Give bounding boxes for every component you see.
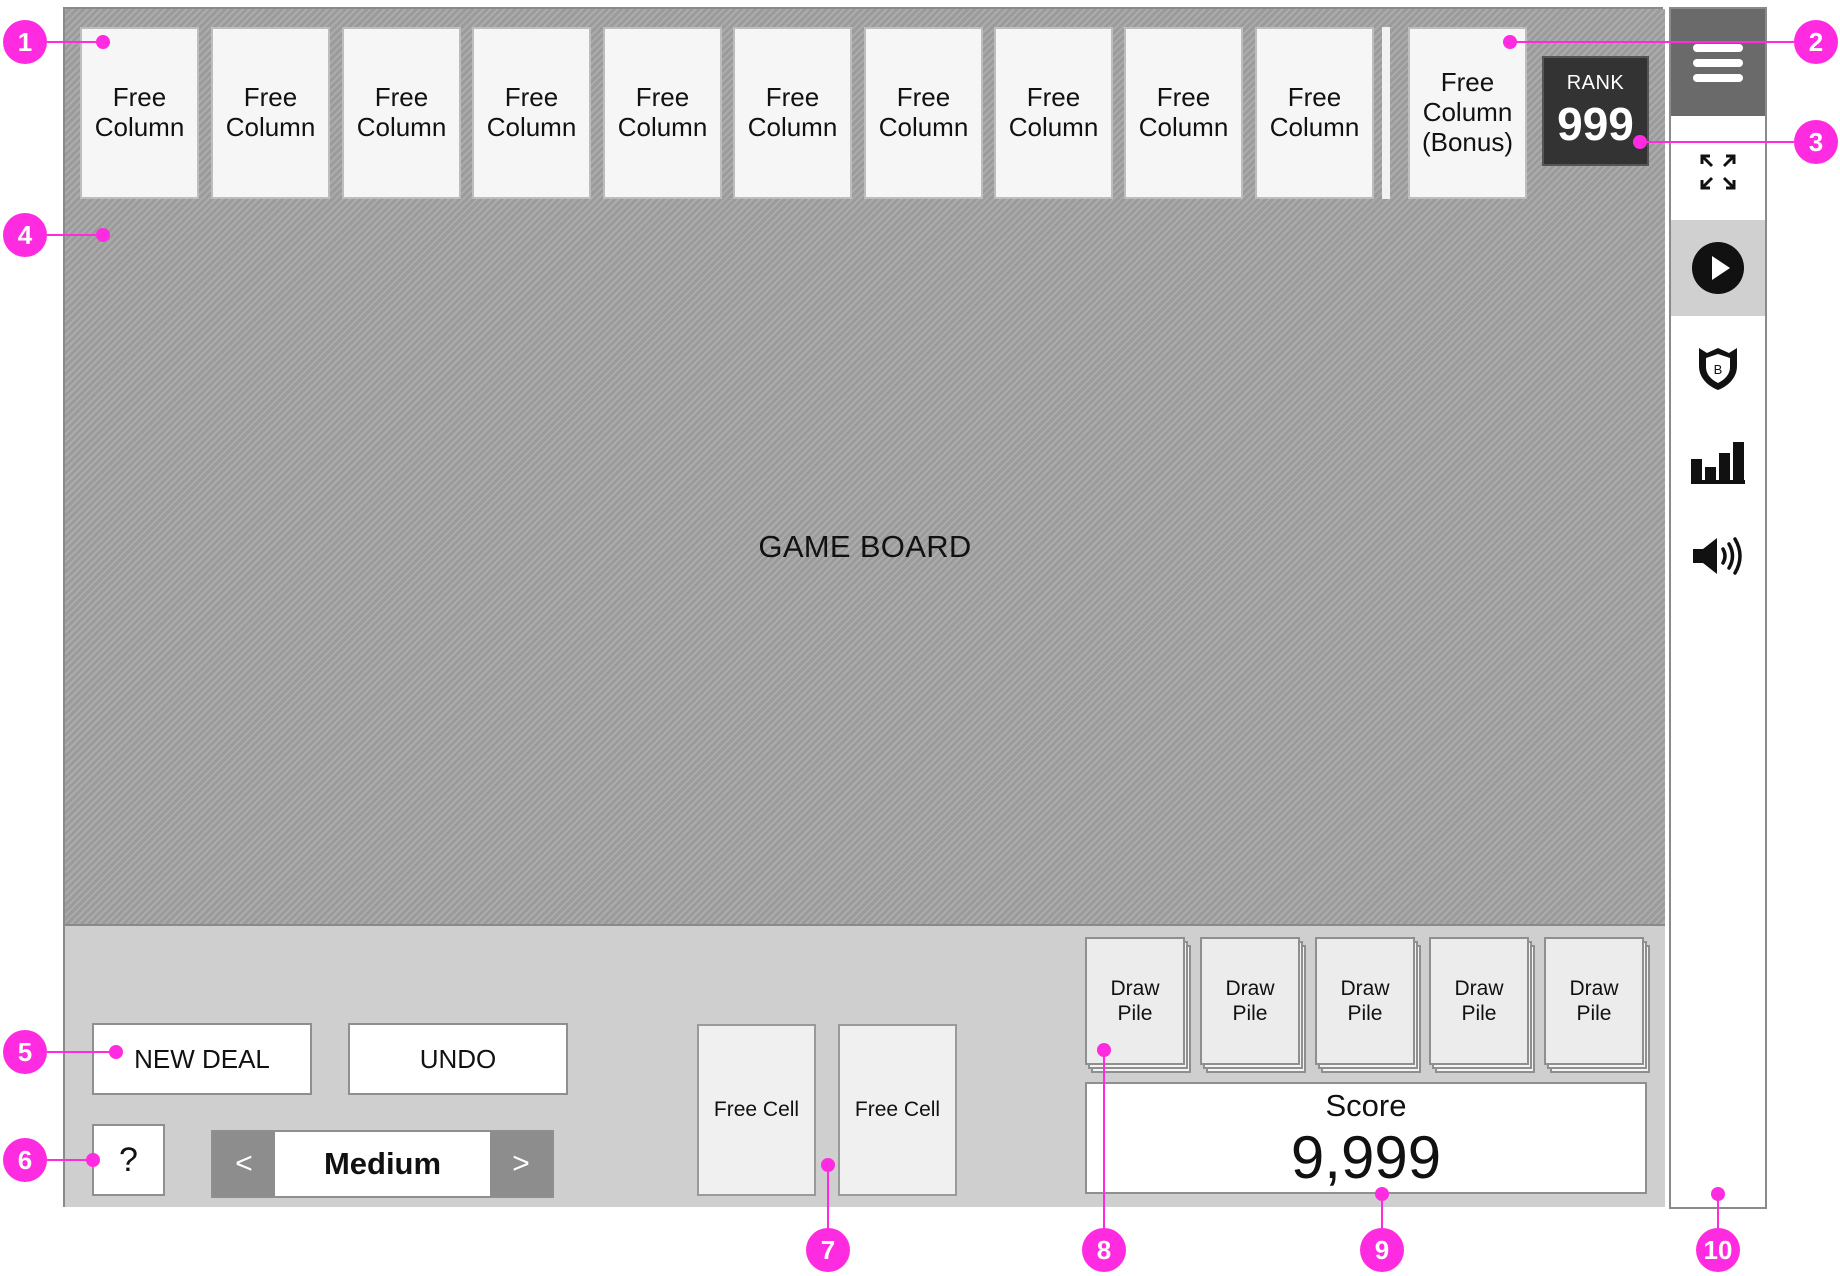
annotation-leader [1510,41,1794,43]
play-icon [1692,242,1744,294]
free-column[interactable]: Free Column [211,27,330,199]
annotation-leader [47,234,103,236]
annotation-marker: 9 [1360,1228,1404,1272]
free-column-label: Free Column [486,82,577,142]
menu-button[interactable] [1671,9,1765,116]
rank-badge: RANK 999 [1542,56,1649,166]
draw-pile-label: Draw Pile [1200,937,1300,1065]
annotation-marker: 5 [3,1030,47,1074]
svg-text:B: B [1714,362,1723,377]
free-column[interactable]: Free Column [1255,27,1374,199]
annotation-dot [96,35,110,49]
score-value: 9,999 [1290,1124,1442,1191]
draw-pile-label: Draw Pile [1429,937,1529,1065]
play-button[interactable] [1671,220,1765,316]
new-deal-button[interactable]: NEW DEAL [92,1023,312,1095]
free-column-label: Free Column [747,82,838,142]
free-column[interactable]: Free Column [994,27,1113,199]
badge-shield-icon: B [1699,348,1737,390]
annotation-leader [1103,1050,1105,1233]
rank-label: RANK [1566,72,1625,94]
annotation-marker: 8 [1082,1228,1126,1272]
game-board[interactable]: Free Column Free Column Free Column Free… [65,9,1665,926]
annotation-marker: 2 [1794,20,1838,64]
annotation-dot [96,228,110,242]
free-column-label: Free Column [225,82,316,142]
annotation-dot [86,1153,100,1167]
annotation-marker: 10 [1696,1228,1740,1272]
annotation-leader [827,1165,829,1233]
difficulty-next-button[interactable]: > [490,1132,552,1196]
annotation-marker: 3 [1794,120,1838,164]
board-label: GAME BOARD [758,529,972,564]
rank-value: 999 [1557,98,1634,150]
free-column-label: Free Column [617,82,708,142]
badges-button[interactable]: B [1671,327,1765,409]
draw-pile[interactable]: Draw Pile [1200,937,1306,1073]
free-column[interactable]: Free Column [472,27,591,199]
draw-pile-label: Draw Pile [1544,937,1644,1065]
annotation-marker: 6 [3,1138,47,1182]
control-panel: NEW DEAL UNDO ? < Medium > Free Cell Fre… [65,926,1665,1207]
free-column[interactable]: Free Column [603,27,722,199]
free-cell[interactable]: Free Cell [838,1024,957,1196]
difficulty-value: Medium [323,1146,442,1181]
draw-pile[interactable]: Draw Pile [1544,937,1650,1073]
bonus-column-label: Free Column (Bonus) [1421,67,1514,157]
menu-icon [1693,43,1743,82]
free-column[interactable]: Free Column [1124,27,1243,199]
sidebar: B [1669,7,1767,1209]
annotation-leader [47,41,103,43]
fullscreen-icon [1700,154,1736,190]
free-column-label: Free Column [1138,82,1229,142]
free-column[interactable]: Free Column [864,27,983,199]
draw-pile[interactable]: Draw Pile [1429,937,1535,1073]
draw-pile[interactable]: Draw Pile [1315,937,1421,1073]
free-column[interactable]: Free Column [342,27,461,199]
stats-button[interactable] [1671,421,1765,503]
annotation-dot [1503,35,1517,49]
difficulty-prev-button[interactable]: < [213,1132,275,1196]
annotation-marker: 1 [3,20,47,64]
free-column-label: Free Column [1269,82,1360,142]
difficulty-selector: < Medium > [211,1130,554,1198]
free-column[interactable]: Free Column [733,27,852,199]
undo-button[interactable]: UNDO [348,1023,568,1095]
stats-bar-chart-icon [1691,442,1745,484]
draw-pile-label: Draw Pile [1315,937,1415,1065]
score-label: Score [1325,1088,1407,1123]
free-column-label: Free Column [356,82,447,142]
annotation-marker: 4 [3,213,47,257]
sound-button[interactable] [1671,515,1765,597]
bonus-free-column[interactable]: Free Column (Bonus) [1408,27,1527,199]
sound-icon [1693,537,1742,575]
annotation-leader [47,1051,115,1053]
annotation-dot [1633,135,1647,149]
annotation-dot [109,1045,123,1059]
fullscreen-button[interactable] [1671,131,1765,213]
annotation-marker: 7 [806,1228,850,1272]
free-column-label: Free Column [1008,82,1099,142]
bonus-divider [1382,27,1390,199]
help-button[interactable]: ? [92,1124,165,1196]
free-column-label: Free Column [94,82,185,142]
free-column[interactable]: Free Column [80,27,199,199]
free-cell[interactable]: Free Cell [697,1024,816,1196]
annotation-leader [1640,141,1794,143]
score-panel: Score 9,999 [1085,1082,1647,1194]
free-column-label: Free Column [878,82,969,142]
game-app: Free Column Free Column Free Column Free… [63,7,1767,1209]
